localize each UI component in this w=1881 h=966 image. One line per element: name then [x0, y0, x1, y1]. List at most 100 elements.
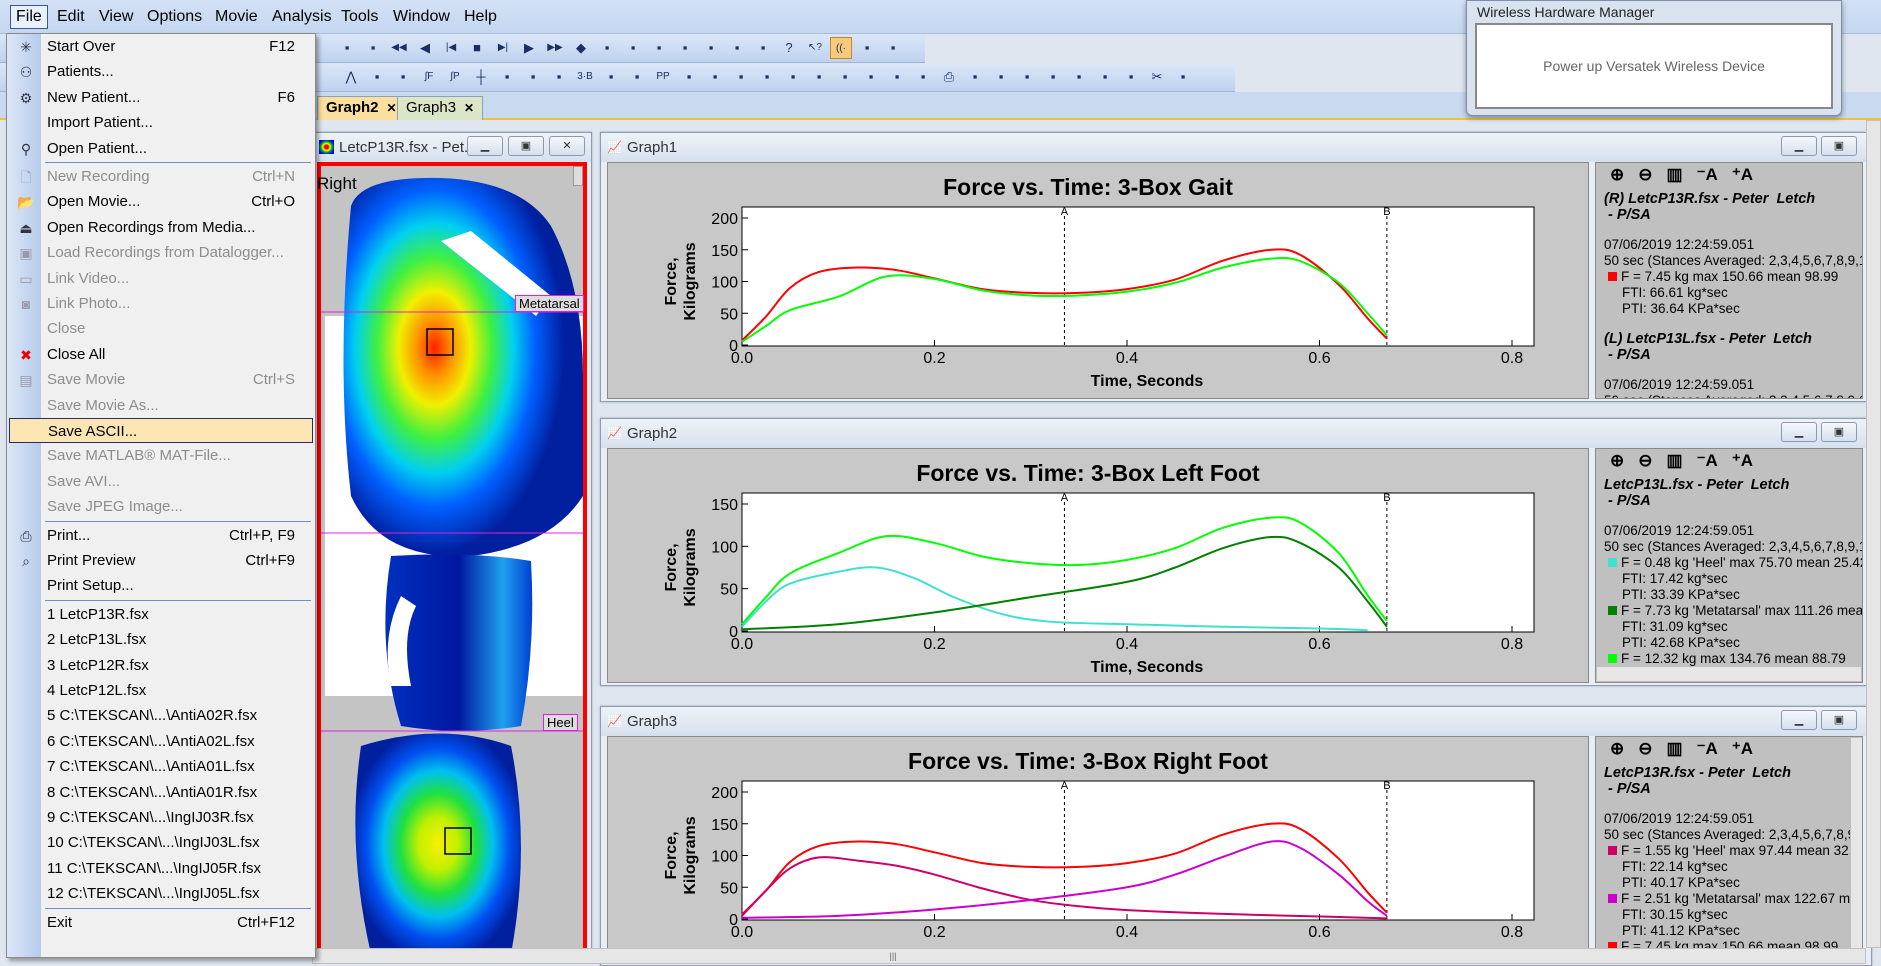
pp-grid-icon[interactable]: ▪: [704, 66, 726, 88]
3b-bar-icon[interactable]: ▪: [600, 66, 622, 88]
menu-item-save-avi[interactable]: Save AVI...: [9, 469, 313, 494]
menu-item-10-c-tekscan-ingij03l-fsx[interactable]: 10 C:\TEKSCAN\...\IngIJ03L.fsx: [9, 830, 313, 855]
page3-icon[interactable]: ▪: [752, 37, 774, 59]
integral-p-icon[interactable]: ∫P: [444, 66, 466, 88]
menu-item-load-recordings-from-datalogger[interactable]: ▣ Load Recordings from Datalogger...: [9, 240, 313, 265]
menu-item-7-c-tekscan-antia01l-fsx[interactable]: 7 C:\TEKSCAN\...\AntiA01L.fsx: [9, 754, 313, 779]
menu-file[interactable]: File: [10, 5, 48, 29]
menu-item-open-movie[interactable]: 📂 Open Movie... Ctrl+O: [9, 189, 313, 214]
play-icon[interactable]: ▶: [518, 37, 540, 59]
menu-item-print[interactable]: ⎙ Print... Ctrl+P, F9: [9, 523, 313, 548]
menu-options[interactable]: Options: [143, 7, 206, 27]
zoom-out-icon[interactable]: ⊖: [1638, 451, 1652, 477]
grid-icon[interactable]: ┼: [470, 66, 492, 88]
pressure-window-titlebar[interactable]: LetcP13R.fsx - Pet... ▁ ▣ ✕: [313, 133, 591, 162]
increase-font-icon[interactable]: ⁺A: [1732, 165, 1753, 191]
fast-forward-icon[interactable]: ▶▶: [544, 37, 566, 59]
menu-item-close-all[interactable]: ✖ Close All: [9, 342, 313, 367]
page2-icon[interactable]: ▪: [726, 37, 748, 59]
menu-edit[interactable]: Edit: [53, 7, 89, 27]
close-button[interactable]: ✕: [549, 136, 585, 156]
maximize-button[interactable]: ▣: [1821, 136, 1857, 156]
3b-icon[interactable]: 3·B: [574, 66, 596, 88]
maximize-button[interactable]: ▣: [508, 136, 544, 156]
redline-icon[interactable]: ▪: [964, 66, 986, 88]
menu-item-link-photo[interactable]: ◙ Link Photo...: [9, 291, 313, 316]
camera-icon[interactable]: ▪: [596, 37, 618, 59]
menu-item-2-letcp13l-fsx[interactable]: 2 LetcP13L.fsx: [9, 627, 313, 652]
context-help-icon[interactable]: ↖?: [804, 37, 826, 59]
rewind-icon[interactable]: ◀◀: [388, 37, 410, 59]
menu-item-open-patient[interactable]: ⚲ Open Patient...: [9, 136, 313, 161]
zoom-in-icon[interactable]: ⊕: [1610, 451, 1624, 477]
menu-item-link-video[interactable]: ▭ Link Video...: [9, 266, 313, 291]
menu-item-save-movie-as[interactable]: Save Movie As...: [9, 393, 313, 418]
3b-grid-icon[interactable]: ▪: [626, 66, 648, 88]
close-tab-icon[interactable]: ✕: [387, 101, 397, 115]
box-left-icon[interactable]: ▪: [522, 66, 544, 88]
minimize-button[interactable]: ▁: [1781, 136, 1817, 156]
go-start-icon[interactable]: |◀: [440, 37, 462, 59]
menu-item-save-ascii[interactable]: Save ASCII...: [9, 418, 313, 444]
target-icon[interactable]: ▪: [730, 66, 752, 88]
color-bar-icon[interactable]: ▪: [336, 37, 358, 59]
minimize-button[interactable]: ▁: [467, 136, 503, 156]
menu-item-5-c-tekscan-antia02r-fsx[interactable]: 5 C:\TEKSCAN\...\AntiA02R.fsx: [9, 703, 313, 728]
report-icon[interactable]: ▪: [674, 37, 696, 59]
menu-help[interactable]: Help: [460, 7, 501, 27]
flow-icon[interactable]: ▪: [1042, 66, 1064, 88]
menu-window[interactable]: Window: [389, 7, 454, 27]
menu-item-exit[interactable]: Exit Ctrl+F12: [9, 910, 313, 935]
legend-vertical-scrollbar[interactable]: [1850, 737, 1862, 962]
increase-font-icon[interactable]: ⁺A: [1732, 451, 1753, 477]
snapshot-icon[interactable]: ▪: [1120, 66, 1142, 88]
graph-window-titlebar[interactable]: 📈 Graph1 ▁ ▣: [601, 133, 1871, 162]
box-right-icon[interactable]: ▪: [548, 66, 570, 88]
wireless-icon[interactable]: ((·: [830, 37, 852, 59]
foot-pair-icon[interactable]: ▪: [756, 66, 778, 88]
zoom-in-icon[interactable]: ⊕: [1610, 739, 1624, 765]
graph3-icon[interactable]: ▪: [860, 66, 882, 88]
minimize-button[interactable]: ▁: [1781, 422, 1817, 442]
menu-item-12-c-tekscan-ingij05l-fsx[interactable]: 12 C:\TEKSCAN\...\IngIJ05L.fsx: [9, 881, 313, 906]
menu-item-new-recording[interactable]: 🗋 New Recording Ctrl+N: [9, 164, 313, 189]
tab-graph2[interactable]: Graph2 ✕: [317, 96, 406, 120]
menu-item-save-jpeg-image[interactable]: Save JPEG Image...: [9, 494, 313, 519]
vertical-scrollbar[interactable]: [1866, 120, 1881, 948]
menu-movie[interactable]: Movie: [211, 7, 262, 27]
menu-item-11-c-tekscan-ingij05r-fsx[interactable]: 11 C:\TEKSCAN\...\IngIJ05R.fsx: [9, 856, 313, 881]
horizontal-scrollbar[interactable]: |||: [312, 948, 1866, 964]
stop-icon[interactable]: ■: [466, 37, 488, 59]
maximize-button[interactable]: ▣: [1821, 710, 1857, 730]
menu-analysis[interactable]: Analysis: [268, 7, 336, 27]
zoom-in-icon[interactable]: ⊕: [1610, 165, 1624, 191]
tab-graph3[interactable]: Graph3 ✕: [397, 96, 484, 120]
chart-panel[interactable]: Force vs. Time: 3-Box Gait Force, Kilogram…: [607, 162, 1589, 399]
menu-item-1-letcp13r-fsx[interactable]: 1 LetcP13R.fsx: [9, 602, 313, 627]
menu-item-print-setup[interactable]: Print Setup...: [9, 573, 313, 598]
column-icon[interactable]: ▪: [912, 66, 934, 88]
layout-icon[interactable]: ▪: [1068, 66, 1090, 88]
pp-icon[interactable]: PP: [652, 66, 674, 88]
menu-view[interactable]: View: [95, 7, 137, 27]
peaks-icon[interactable]: ▪: [366, 66, 388, 88]
chart-panel[interactable]: Force vs. Time: 3-Box Right Foot Force, Ki…: [607, 736, 1589, 963]
menu-item-8-c-tekscan-antia01r-fsx[interactable]: 8 C:\TEKSCAN\...\AntiA01R.fsx: [9, 780, 313, 805]
graph1-icon[interactable]: ▪: [808, 66, 830, 88]
scroll-grip[interactable]: |||: [873, 951, 913, 961]
cut-icon[interactable]: ✂: [1146, 66, 1168, 88]
columns-icon[interactable]: ▥: [1667, 165, 1683, 191]
pp-bar-icon[interactable]: ▪: [678, 66, 700, 88]
legend-horizontal-scrollbar[interactable]: [1596, 666, 1862, 682]
pane-icon[interactable]: ▪: [1094, 66, 1116, 88]
decrease-font-icon[interactable]: ⁻A: [1697, 165, 1718, 191]
menu-item-6-c-tekscan-antia02l-fsx[interactable]: 6 C:\TEKSCAN\...\AntiA02L.fsx: [9, 729, 313, 754]
graph2-icon[interactable]: ▪: [834, 66, 856, 88]
menu-item-import-patient[interactable]: Import Patient...: [9, 110, 313, 135]
close-tab-icon[interactable]: ✕: [464, 101, 474, 115]
expand-icon[interactable]: ▪: [1172, 66, 1194, 88]
go-end-icon[interactable]: ▶|: [492, 37, 514, 59]
menu-item-save-movie[interactable]: ▤ Save Movie Ctrl+S: [9, 367, 313, 392]
tracking-icon[interactable]: ▪: [1016, 66, 1038, 88]
menu-item-new-patient[interactable]: ⚙ New Patient... F6: [9, 85, 313, 110]
